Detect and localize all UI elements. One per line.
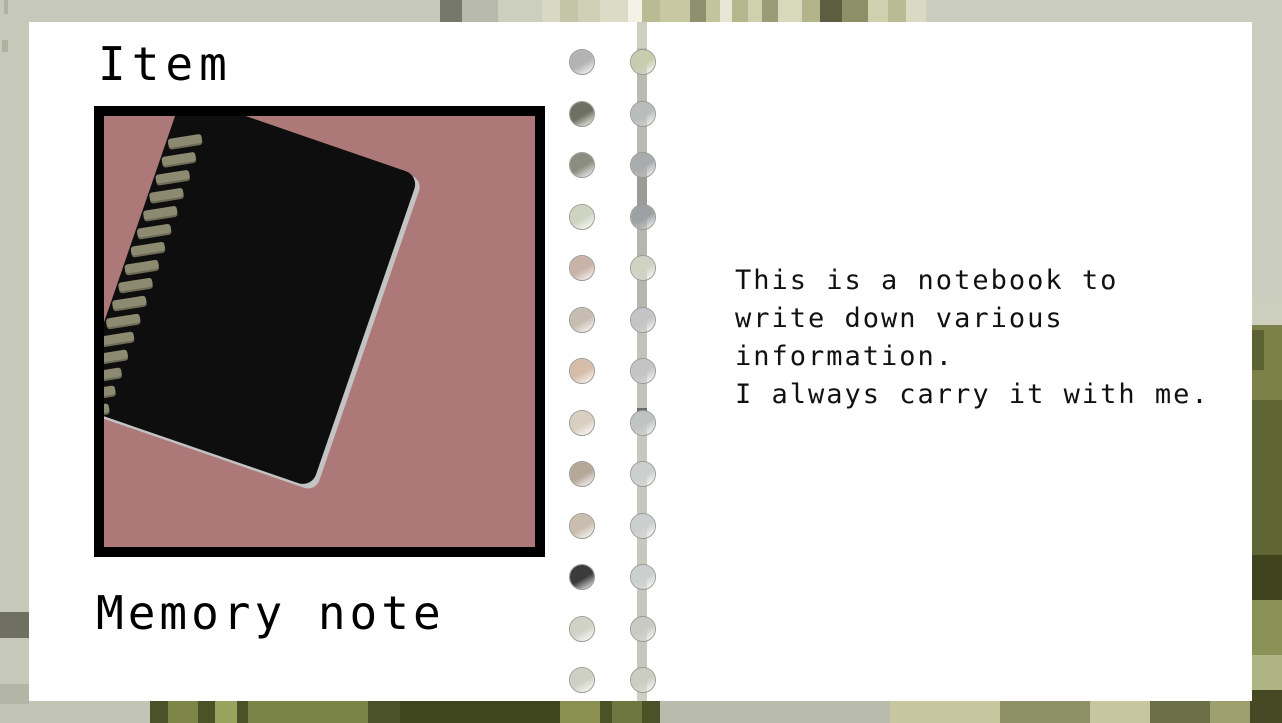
binding-hole bbox=[630, 203, 656, 230]
binding-hole bbox=[569, 564, 595, 590]
item-image bbox=[104, 116, 535, 547]
notebook-illustration bbox=[104, 116, 535, 547]
background-foliage bbox=[168, 698, 198, 723]
spiral-ring bbox=[104, 367, 123, 382]
spiral-ring bbox=[167, 133, 203, 148]
background-foliage bbox=[4, 0, 8, 14]
binding-hole-fill bbox=[631, 410, 655, 435]
binding-hole bbox=[569, 512, 595, 539]
binding-hole bbox=[630, 152, 656, 178]
background-foliage bbox=[1250, 400, 1282, 570]
binding-hole bbox=[569, 358, 595, 384]
background-foliage bbox=[1000, 698, 1090, 723]
spiral-ring bbox=[142, 205, 178, 220]
background-foliage bbox=[0, 612, 29, 638]
spiral-ring bbox=[130, 241, 166, 256]
item-image-frame bbox=[94, 106, 545, 557]
binding-hole-fill bbox=[570, 50, 594, 74]
binding-hole-fill bbox=[631, 359, 655, 383]
binding-hole-fill bbox=[631, 204, 655, 229]
binding-hole-fill bbox=[570, 101, 594, 126]
binding-hole-fill bbox=[570, 668, 594, 692]
binding-hole-fill bbox=[570, 204, 594, 229]
spiral-ring bbox=[104, 349, 129, 364]
binding-hole-fill bbox=[631, 668, 655, 692]
binding-hole bbox=[569, 152, 595, 178]
binding-hole bbox=[630, 255, 656, 281]
spiral-ring bbox=[104, 403, 110, 418]
binding-hole bbox=[630, 100, 656, 127]
binding-hole-fill bbox=[631, 462, 655, 486]
binding-hole bbox=[569, 203, 595, 230]
binding-hole bbox=[569, 461, 595, 487]
binding-holes-right-column bbox=[629, 0, 657, 723]
binding-hole bbox=[630, 358, 656, 384]
binding-hole bbox=[630, 667, 656, 693]
binding-hole-fill bbox=[631, 565, 655, 589]
binding-hole-fill bbox=[570, 359, 594, 383]
background-foliage bbox=[1250, 600, 1282, 660]
book-page-left: Item Memory note bbox=[29, 22, 637, 701]
background-foliage bbox=[248, 698, 368, 723]
book-page-right: This is a notebook to write down various… bbox=[647, 22, 1252, 701]
binding-hole-fill bbox=[631, 101, 655, 126]
background-foliage bbox=[0, 684, 29, 704]
spiral-ring bbox=[148, 187, 184, 202]
binding-hole-fill bbox=[631, 616, 655, 641]
binding-hole bbox=[630, 564, 656, 590]
spiral-ring bbox=[161, 151, 197, 166]
binding-hole bbox=[569, 667, 595, 693]
item-description-text: This is a notebook to write down various… bbox=[735, 265, 1210, 410]
page-title: Item bbox=[98, 37, 233, 91]
binding-hole-fill bbox=[631, 513, 655, 538]
spiral-ring bbox=[155, 169, 191, 184]
binding-hole-fill bbox=[570, 153, 594, 177]
binding-hole bbox=[630, 461, 656, 487]
binding-hole bbox=[569, 615, 595, 642]
binding-hole-fill bbox=[570, 513, 594, 538]
binding-hole-fill bbox=[631, 256, 655, 280]
spiral-ring bbox=[104, 331, 135, 346]
spiral-ring bbox=[111, 295, 147, 310]
binding-hole-fill bbox=[570, 307, 594, 332]
background-foliage bbox=[660, 698, 890, 723]
binding-hole-fill bbox=[631, 307, 655, 332]
spiral-ring bbox=[136, 223, 172, 238]
binding-hole-fill bbox=[570, 616, 594, 641]
binding-hole-fill bbox=[570, 256, 594, 280]
binding-hole-fill bbox=[570, 410, 594, 435]
item-name-label: Memory note bbox=[96, 586, 445, 640]
binding-hole bbox=[630, 409, 656, 436]
background-foliage bbox=[1150, 698, 1210, 723]
background-foliage bbox=[1250, 690, 1282, 723]
binding-hole-fill bbox=[570, 565, 594, 589]
binding-hole-fill bbox=[631, 153, 655, 177]
binding-hole-fill bbox=[631, 50, 655, 74]
binding-hole bbox=[630, 615, 656, 642]
binding-hole bbox=[569, 306, 595, 333]
spiral-ring bbox=[118, 277, 153, 292]
spiral-ring bbox=[124, 259, 160, 274]
binding-hole bbox=[630, 306, 656, 333]
spiral-ring bbox=[105, 313, 141, 328]
background-foliage bbox=[2, 40, 8, 52]
binding-hole bbox=[569, 255, 595, 281]
binding-hole bbox=[630, 512, 656, 539]
background-foliage bbox=[1250, 555, 1282, 605]
binding-hole bbox=[569, 409, 595, 436]
spiral-ring bbox=[104, 385, 116, 400]
binding-hole bbox=[569, 100, 595, 127]
binding-holes-left-column bbox=[568, 0, 596, 723]
binding-hole-fill bbox=[570, 462, 594, 486]
binding-hole bbox=[630, 49, 656, 75]
background-foliage bbox=[400, 698, 560, 723]
background-foliage bbox=[215, 698, 237, 723]
binding-hole bbox=[569, 49, 595, 75]
